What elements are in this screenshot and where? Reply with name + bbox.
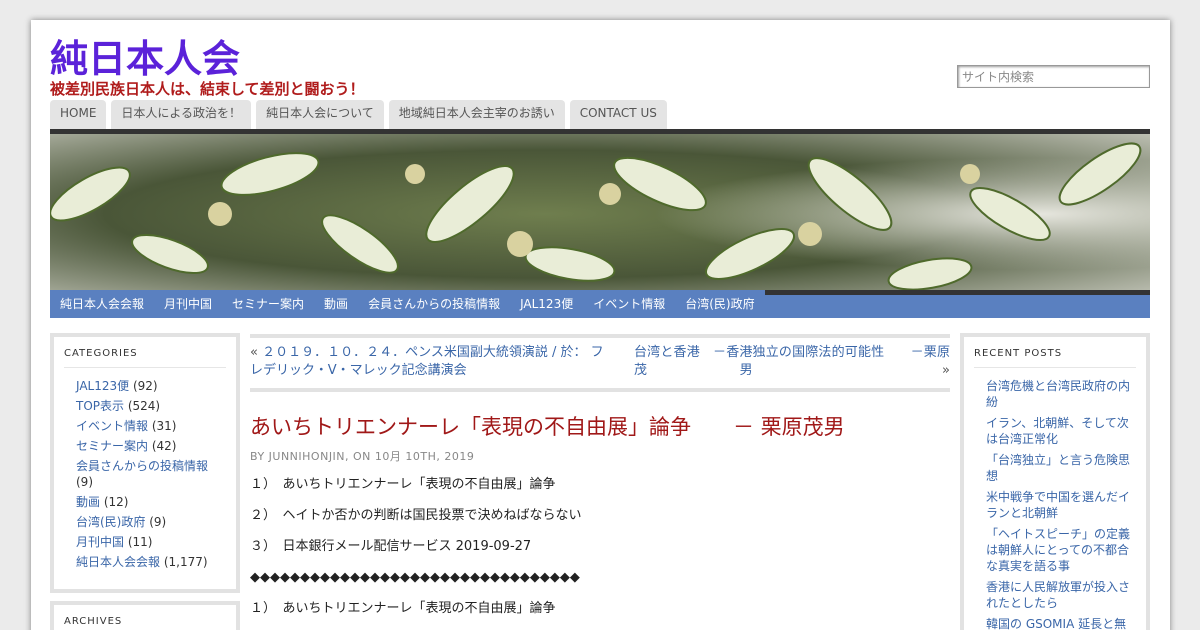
category-item: セミナー案内 (42)	[76, 438, 226, 454]
previous-post: « ２０１９．１０．２４．ペンス米国副大統領演説 / 於： フレデリック・V・マ…	[250, 344, 610, 380]
nav-contact[interactable]: CONTACT US	[569, 100, 667, 129]
recent-post-link[interactable]: イラン、北朝鮮、そして次は台湾正常化	[986, 416, 1129, 446]
post-line: １） あいちトリエンナーレ「表現の不自由展」論争	[250, 477, 556, 492]
post-line: ２） ヘイトか否かの判断は国民投票で決めねばならない	[250, 508, 582, 523]
recent-post-item: 台湾危機と台湾民政府の内紛	[986, 378, 1136, 410]
category-item: TOP表示 (524)	[76, 398, 226, 414]
recent-post-item: 「ヘイトスピーチ」の定義は朝鮮人にとっての不都合な真実を語る事	[986, 526, 1136, 574]
recent-post-link[interactable]: 「台湾独立」と言う危険思想	[986, 453, 1130, 483]
catnav-member-posts[interactable]: 会員さんからの投稿情報	[358, 290, 510, 318]
category-navigation: 純日本人会会報 月刊中国 セミナー案内 動画 会員さんからの投稿情報 JAL12…	[50, 290, 1150, 318]
category-link[interactable]: 月刊中国	[76, 535, 124, 549]
category-item: 会員さんからの投稿情報 (9)	[76, 458, 226, 490]
category-link[interactable]: 会員さんからの投稿情報	[76, 459, 208, 473]
recent-posts-list: 台湾危機と台湾民政府の内紛 イラン、北朝鮮、そして次は台湾正常化 「台湾独立」と…	[974, 378, 1136, 630]
catnav-video[interactable]: 動画	[314, 290, 358, 318]
post-meta: BY JUNNIHONJIN, ON 10月 10TH, 2019	[250, 450, 475, 463]
recent-post-link[interactable]: 香港に人民解放軍が投入されたとしたら	[986, 580, 1130, 610]
recent-post-link[interactable]: 韓国の GSOMIA 延長と無	[986, 617, 1126, 630]
nav-home[interactable]: HOME	[50, 100, 107, 129]
nav-about[interactable]: 純日本人会について	[256, 100, 384, 129]
search-input[interactable]	[957, 65, 1150, 88]
post-navigation: « ２０１９．１０．２４．ペンス米国副大統領演説 / 於： フレデリック・V・マ…	[250, 334, 950, 392]
site-description: 被差別民族日本人は、結束して差別と闘おう！	[50, 80, 365, 98]
recent-posts-widget: RECENT POSTS 台湾危機と台湾民政府の内紛 イラン、北朝鮮、そして次は…	[960, 333, 1150, 630]
recent-post-link[interactable]: 台湾危機と台湾民政府の内紛	[986, 379, 1130, 409]
category-count: (92)	[132, 379, 158, 393]
category-count: (31)	[151, 419, 177, 433]
category-count: (42)	[151, 439, 177, 453]
catnav-monthly-china[interactable]: 月刊中国	[154, 290, 222, 318]
post-title[interactable]: あいちトリエンナーレ「表現の不自由展」論争 － 栗原茂男	[250, 413, 845, 441]
recent-post-item: 「台湾独立」と言う危険思想	[986, 452, 1136, 484]
previous-post-link[interactable]: ２０１９．１０．２４．ペンス米国副大統領演説 / 於： フレデリック・V・マレッ…	[250, 345, 604, 378]
next-post-link[interactable]: 台湾と香港 －香港独立の国際法的可能性 －栗原茂男	[634, 345, 950, 378]
catnav-bulletin[interactable]: 純日本人会会報	[50, 290, 154, 318]
category-link[interactable]: 台湾(民)政府	[76, 515, 145, 529]
catnav-seminar[interactable]: セミナー案内	[222, 290, 314, 318]
post-line: １） あいちトリエンナーレ「表現の不自由展」論争	[250, 601, 556, 616]
categories-title: CATEGORIES	[64, 348, 226, 368]
next-arrow: »	[942, 363, 950, 378]
header-image	[50, 134, 1150, 294]
category-count: (524)	[127, 399, 161, 413]
archives-title: ARCHIVES	[64, 616, 226, 630]
recent-post-link[interactable]: 米中戦争で中国を選んだイランと北朝鮮	[986, 490, 1130, 520]
category-item: JAL123便 (92)	[76, 378, 226, 394]
recent-post-item: 米中戦争で中国を選んだイランと北朝鮮	[986, 489, 1136, 521]
catnav-divider	[764, 290, 1150, 295]
nav-invitation[interactable]: 地域純日本人会主宰のお誘い	[388, 100, 565, 129]
category-link[interactable]: セミナー案内	[76, 439, 148, 453]
post-separator: ◆◆◆◆◆◆◆◆◆◆◆◆◆◆◆◆◆◆◆◆◆◆◆◆◆◆◆◆◆◆◆◆◆	[250, 570, 580, 585]
recent-post-item: 韓国の GSOMIA 延長と無	[986, 616, 1136, 630]
category-item: 台湾(民)政府 (9)	[76, 514, 226, 530]
category-item: 純日本人会会報 (1,177)	[76, 554, 226, 570]
catnav-taiwan-government[interactable]: 台湾(民)政府	[675, 290, 764, 318]
nav-politics[interactable]: 日本人による政治を！	[111, 100, 252, 129]
category-item: イベント情報 (31)	[76, 418, 226, 434]
category-count: (11)	[127, 535, 153, 549]
site-title[interactable]: 純日本人会	[50, 36, 240, 82]
category-link[interactable]: 動画	[76, 495, 100, 509]
next-post: 台湾と香港 －香港独立の国際法的可能性 －栗原茂男 »	[634, 344, 950, 380]
category-count: (9)	[149, 515, 167, 529]
category-count: (12)	[103, 495, 129, 509]
post-body: １） あいちトリエンナーレ「表現の不自由展」論争 ２） ヘイトか否かの判断は国民…	[250, 475, 950, 630]
category-link[interactable]: JAL123便	[76, 379, 129, 393]
archives-widget: ARCHIVES	[50, 601, 240, 630]
category-link[interactable]: TOP表示	[76, 399, 124, 413]
recent-post-item: 香港に人民解放軍が投入されたとしたら	[986, 579, 1136, 611]
category-link[interactable]: 純日本人会会報	[76, 555, 160, 569]
recent-posts-title: RECENT POSTS	[974, 348, 1136, 368]
previous-arrow: «	[250, 345, 258, 360]
category-link[interactable]: イベント情報	[76, 419, 148, 433]
top-navigation: HOME 日本人による政治を！ 純日本人会について 地域純日本人会主宰のお誘い …	[50, 100, 667, 129]
post-line: ３） 日本銀行メール配信サービス 2019-09-27	[250, 539, 532, 554]
category-item: 動画 (12)	[76, 494, 226, 510]
recent-post-link[interactable]: 「ヘイトスピーチ」の定義は朝鮮人にとっての不都合な真実を語る事	[986, 527, 1130, 573]
catnav-events[interactable]: イベント情報	[583, 290, 675, 318]
categories-widget: CATEGORIES JAL123便 (92) TOP表示 (524) イベント…	[50, 333, 240, 593]
category-count: (1,177)	[163, 555, 208, 569]
category-count: (9)	[76, 475, 93, 489]
categories-list: JAL123便 (92) TOP表示 (524) イベント情報 (31) セミナ…	[64, 378, 226, 570]
catnav-jal123[interactable]: JAL123便	[510, 290, 583, 318]
category-item: 月刊中国 (11)	[76, 534, 226, 550]
recent-post-item: イラン、北朝鮮、そして次は台湾正常化	[986, 415, 1136, 447]
